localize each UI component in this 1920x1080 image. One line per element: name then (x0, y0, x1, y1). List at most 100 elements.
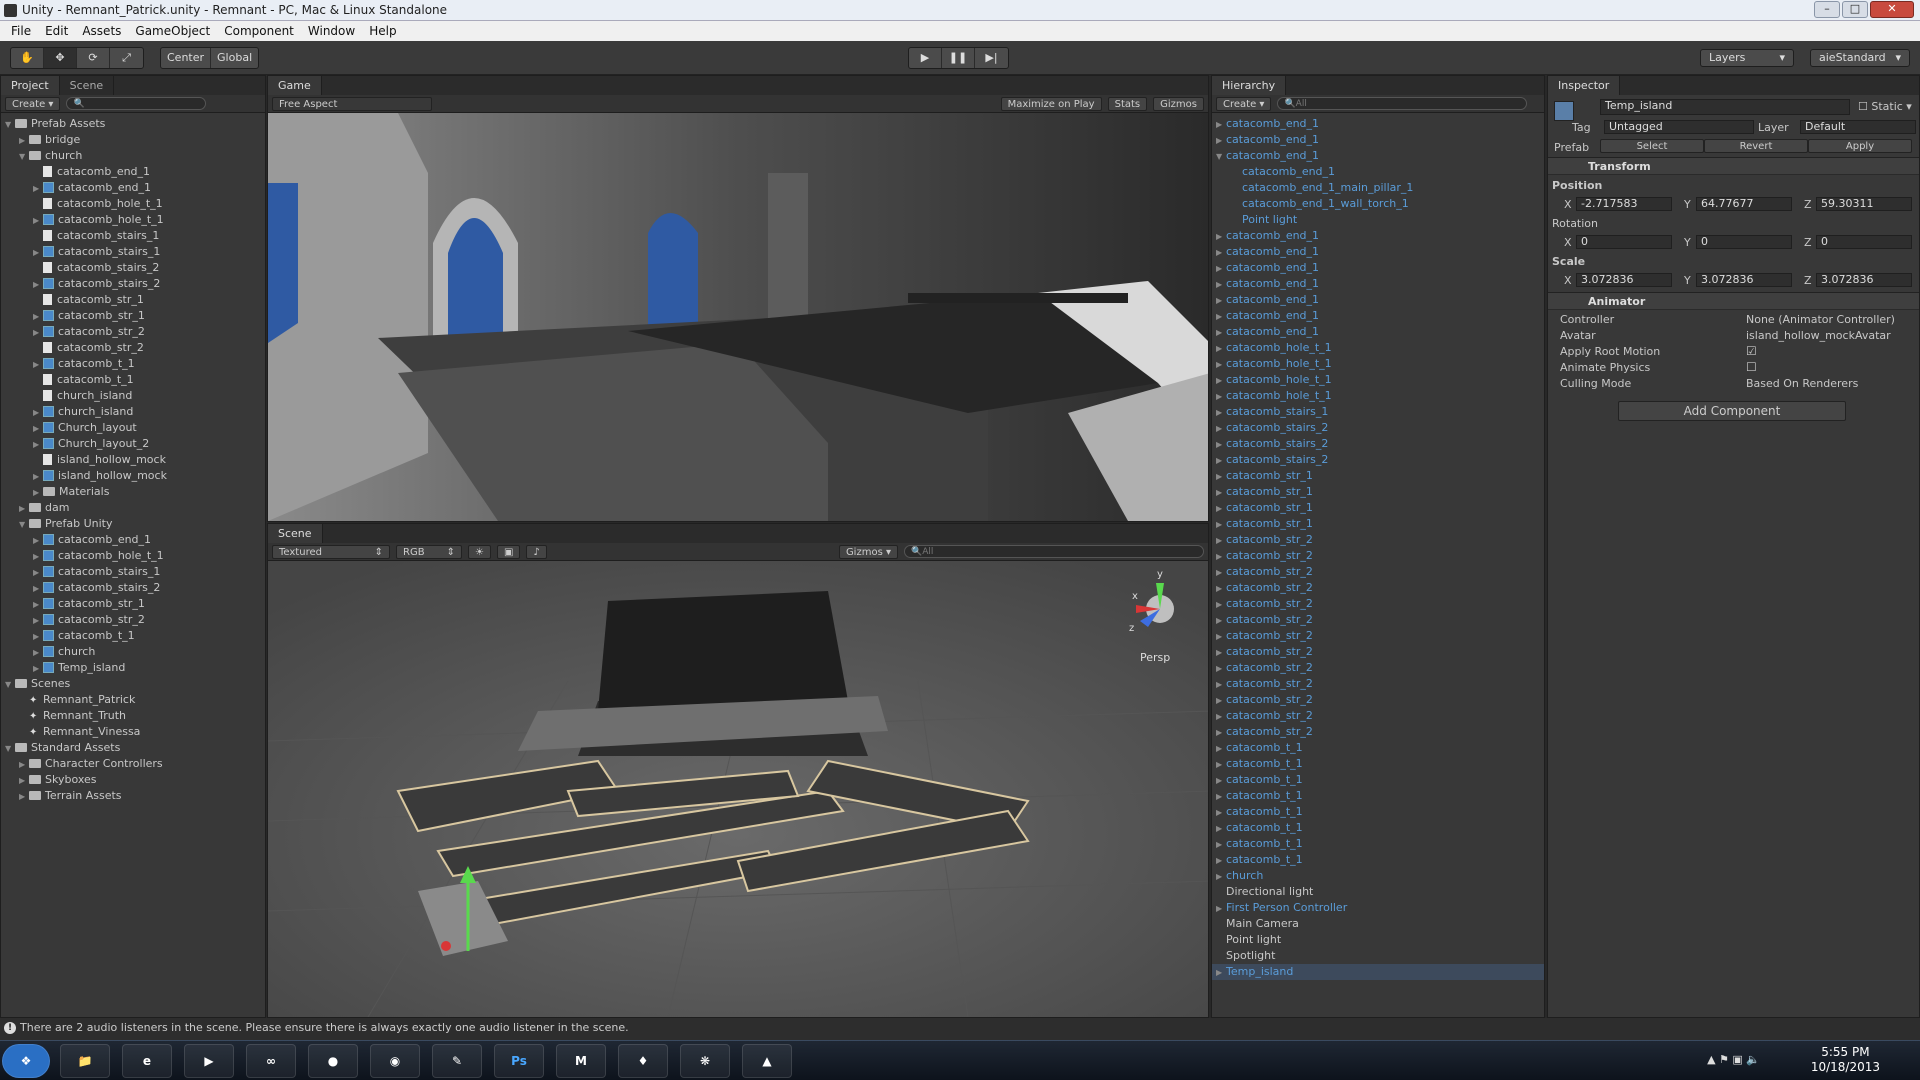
collapsed-arrow-icon[interactable]: ▶ (1216, 533, 1226, 549)
layers-dropdown[interactable]: Layers ▾ (1700, 49, 1794, 67)
collapsed-arrow-icon[interactable]: ▶ (1216, 741, 1226, 757)
project-item[interactable]: catacomb_stairs_2 (1, 260, 265, 276)
hierarchy-item[interactable]: ▶ catacomb_str_2 (1212, 580, 1544, 596)
project-item[interactable]: ▶ Character Controllers (1, 756, 265, 772)
collapsed-arrow-icon[interactable]: ▶ (1216, 229, 1226, 245)
collapsed-arrow-icon[interactable]: ▶ (1216, 581, 1226, 597)
hierarchy-item[interactable]: ▶ First Person Controller (1212, 900, 1544, 916)
hierarchy-item[interactable]: ▶ catacomb_stairs_2 (1212, 420, 1544, 436)
project-item[interactable]: catacomb_hole_t_1 (1, 196, 265, 212)
maximize-on-play-toggle[interactable]: Maximize on Play (1000, 96, 1102, 111)
project-item[interactable]: ▶ church_island (1, 404, 265, 420)
hierarchy-item[interactable]: ▶ catacomb_t_1 (1212, 740, 1544, 756)
tab-inspector[interactable]: Inspector (1548, 76, 1621, 95)
hierarchy-item[interactable]: ▶ catacomb_end_1 (1212, 260, 1544, 276)
ie-icon[interactable]: e (122, 1044, 172, 1078)
hierarchy-item[interactable]: ▶ catacomb_str_1 (1212, 484, 1544, 500)
menu-component[interactable]: Component (217, 21, 301, 41)
render-mode-dropdown[interactable]: RGB ⇕ (396, 544, 462, 559)
project-item[interactable]: ▼ Prefab Unity (1, 516, 265, 532)
close-button[interactable]: ✕ (1870, 1, 1914, 18)
expanded-arrow-icon[interactable]: ▼ (5, 677, 15, 693)
position-x-field[interactable]: -2.717583 (1576, 197, 1672, 211)
scene-lighting-icon[interactable]: ☀ (468, 544, 491, 559)
explorer-icon[interactable]: 📁 (60, 1044, 110, 1078)
collapsed-arrow-icon[interactable]: ▶ (1216, 693, 1226, 709)
hierarchy-item[interactable]: ▶ catacomb_str_1 (1212, 500, 1544, 516)
hierarchy-item[interactable]: ▶ catacomb_str_2 (1212, 708, 1544, 724)
project-item[interactable]: ▶ catacomb_end_1 (1, 180, 265, 196)
project-item[interactable]: ▶ catacomb_str_2 (1, 612, 265, 628)
hierarchy-item[interactable]: ▶ church (1212, 868, 1544, 884)
project-item[interactable]: catacomb_end_1 (1, 164, 265, 180)
start-orb-icon[interactable]: ❖ (2, 1044, 50, 1078)
expanded-arrow-icon[interactable]: ▼ (5, 117, 15, 133)
collapsed-arrow-icon[interactable]: ▶ (1216, 261, 1226, 277)
app-icon[interactable]: ◉ (370, 1044, 420, 1078)
scene-image-icon[interactable]: ▣ (496, 544, 521, 559)
project-create-button[interactable]: Create ▾ (5, 96, 61, 111)
collapsed-arrow-icon[interactable]: ▶ (1216, 789, 1226, 805)
chrome-icon[interactable]: ● (308, 1044, 358, 1078)
collapsed-arrow-icon[interactable]: ▶ (1216, 677, 1226, 693)
collapsed-arrow-icon[interactable]: ▶ (33, 277, 43, 293)
minimize-button[interactable]: – (1814, 1, 1840, 18)
menu-help[interactable]: Help (362, 21, 403, 41)
collapsed-arrow-icon[interactable]: ▶ (33, 357, 43, 373)
layer-dropdown[interactable]: Default (1800, 120, 1916, 134)
collapsed-arrow-icon[interactable]: ▶ (1216, 357, 1226, 373)
menu-file[interactable]: File (4, 21, 38, 41)
collapsed-arrow-icon[interactable]: ▶ (1216, 405, 1226, 421)
hierarchy-item[interactable]: Main Camera (1212, 916, 1544, 932)
hierarchy-item[interactable]: catacomb_end_1_wall_torch_1 (1212, 196, 1544, 212)
hierarchy-create-button[interactable]: Create ▾ (1216, 96, 1272, 111)
collapsed-arrow-icon[interactable]: ▶ (1216, 293, 1226, 309)
collapsed-arrow-icon[interactable]: ▶ (1216, 549, 1226, 565)
project-item[interactable]: catacomb_str_2 (1, 340, 265, 356)
transform-header[interactable]: Transform (1548, 157, 1919, 175)
maya-icon[interactable]: M (556, 1044, 606, 1078)
colors-icon[interactable]: ❋ (680, 1044, 730, 1078)
tab-hierarchy[interactable]: Hierarchy (1212, 76, 1287, 95)
hierarchy-item[interactable]: ▶ catacomb_t_1 (1212, 772, 1544, 788)
hierarchy-item[interactable]: ▶ catacomb_hole_t_1 (1212, 388, 1544, 404)
hierarchy-item[interactable]: Point light (1212, 932, 1544, 948)
hierarchy-item[interactable]: ▶ catacomb_str_2 (1212, 612, 1544, 628)
prefab-revert-button[interactable]: Revert (1704, 139, 1808, 153)
hierarchy-item[interactable]: ▶ catacomb_str_2 (1212, 660, 1544, 676)
hierarchy-item[interactable]: ▶ catacomb_t_1 (1212, 836, 1544, 852)
tab-scene[interactable]: Scene (268, 524, 323, 543)
rotate-tool-icon[interactable]: ⟳ (77, 48, 110, 68)
collapsed-arrow-icon[interactable]: ▶ (19, 501, 29, 517)
apply-root-motion-checkbox[interactable]: ☑ (1746, 344, 1757, 358)
project-item[interactable]: ✦ Remnant_Patrick (1, 692, 265, 708)
hierarchy-item[interactable]: ▶ catacomb_str_2 (1212, 596, 1544, 612)
project-item[interactable]: ▶ catacomb_hole_t_1 (1, 548, 265, 564)
add-component-button[interactable]: Add Component (1618, 401, 1846, 421)
project-item[interactable]: ▼ Prefab Assets (1, 116, 265, 132)
controller-field[interactable]: None (Animator Controller) (1746, 313, 1895, 326)
collapsed-arrow-icon[interactable]: ▶ (1216, 661, 1226, 677)
hierarchy-item[interactable]: ▶ catacomb_t_1 (1212, 756, 1544, 772)
collapsed-arrow-icon[interactable]: ▶ (1216, 709, 1226, 725)
project-item[interactable]: ▼ church (1, 148, 265, 164)
collapsed-arrow-icon[interactable]: ▶ (33, 661, 43, 677)
collapsed-arrow-icon[interactable]: ▶ (1216, 389, 1226, 405)
project-item[interactable]: ▶ catacomb_stairs_1 (1, 564, 265, 580)
project-item[interactable]: ▶ Temp_island (1, 660, 265, 676)
collapsed-arrow-icon[interactable]: ▶ (33, 565, 43, 581)
hand-tool-icon[interactable]: ✋ (11, 48, 44, 68)
collapsed-arrow-icon[interactable]: ▶ (1216, 805, 1226, 821)
hierarchy-item[interactable]: ▶ catacomb_hole_t_1 (1212, 340, 1544, 356)
collapsed-arrow-icon[interactable]: ▶ (19, 773, 29, 789)
hierarchy-item[interactable]: ▶ catacomb_str_1 (1212, 468, 1544, 484)
scale-y-field[interactable]: 3.072836 (1696, 273, 1792, 287)
system-clock[interactable]: 5:55 PM 10/18/2013 (1811, 1045, 1880, 1075)
project-item[interactable]: ▶ church (1, 644, 265, 660)
project-item[interactable]: ▶ catacomb_stairs_2 (1, 580, 265, 596)
expanded-arrow-icon[interactable]: ▼ (5, 741, 15, 757)
hierarchy-item[interactable]: ▶ catacomb_str_2 (1212, 676, 1544, 692)
project-item[interactable]: ▼ Scenes (1, 676, 265, 692)
collapsed-arrow-icon[interactable]: ▶ (1216, 757, 1226, 773)
scene-audio-icon[interactable]: ♪ (526, 544, 547, 559)
